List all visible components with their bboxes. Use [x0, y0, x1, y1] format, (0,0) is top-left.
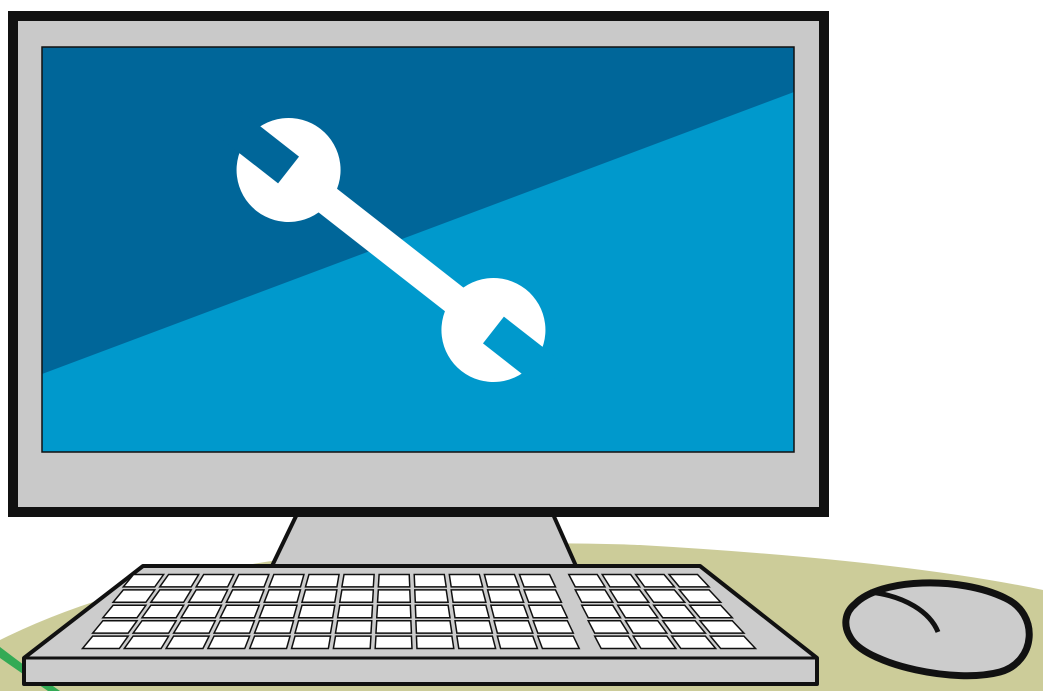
keyboard-key [334, 619, 373, 634]
keyboard-key [179, 604, 223, 619]
keyboard-key [518, 573, 557, 588]
keyboard-key [300, 589, 338, 604]
keyboard-key [294, 619, 334, 634]
keyboard-key [454, 619, 494, 634]
keyboard-key [377, 573, 411, 588]
keyboard-key [263, 589, 302, 604]
keyboard-key [304, 573, 340, 588]
keyboard-key [450, 589, 487, 604]
keyboard-key [187, 589, 229, 604]
keyboard-key [452, 604, 491, 619]
keyboard-key [496, 635, 539, 650]
keyboard-key [375, 604, 412, 619]
keyboard-key [290, 635, 332, 650]
keyboard-key [448, 573, 484, 588]
keyboard-key [414, 604, 451, 619]
keyboard-key [297, 604, 336, 619]
keyboard-key [332, 635, 372, 650]
keyboard-key [164, 635, 211, 650]
keyboard-key [248, 635, 292, 650]
screen [41, 46, 795, 453]
keyboard-key [486, 589, 525, 604]
keyboard-key [374, 635, 413, 650]
keyboard-key [225, 589, 266, 604]
monitor [8, 11, 829, 517]
keyboard-key [376, 589, 412, 604]
keyboard-key [375, 619, 413, 634]
keyboard-key [231, 573, 270, 588]
computer-illustration [0, 0, 1043, 691]
keyboard-key [489, 604, 530, 619]
keyboard-key [580, 604, 622, 619]
keyboard-key [415, 635, 455, 650]
keyboard-key [194, 573, 235, 588]
keyboard-key [413, 573, 448, 588]
keyboard-key [258, 604, 298, 619]
keyboard-key [338, 589, 375, 604]
keyboard-key [122, 635, 170, 650]
keyboard-key [456, 635, 497, 650]
keyboard-key [493, 619, 534, 634]
keyboard-key [336, 604, 374, 619]
keyboard-key [212, 619, 256, 634]
keyboard-key [483, 573, 521, 588]
keyboard-key [532, 619, 575, 634]
monitor-stand [270, 510, 578, 568]
keyboard-key [219, 604, 261, 619]
keyboard-key [586, 619, 630, 634]
keyboard-key [536, 635, 581, 650]
keyboard-key [522, 589, 563, 604]
keyboard-key [172, 619, 217, 634]
keyboard-key [267, 573, 305, 588]
keyboard-key [413, 589, 449, 604]
keyboard-icon [22, 564, 819, 686]
keyboard-key [253, 619, 295, 634]
keyboard-key [206, 635, 251, 650]
stand-neck [270, 510, 578, 568]
keyboard-key [593, 635, 638, 650]
keyboard-key [527, 604, 569, 619]
keyboard-key [341, 573, 375, 588]
keyboard-key [415, 619, 453, 634]
